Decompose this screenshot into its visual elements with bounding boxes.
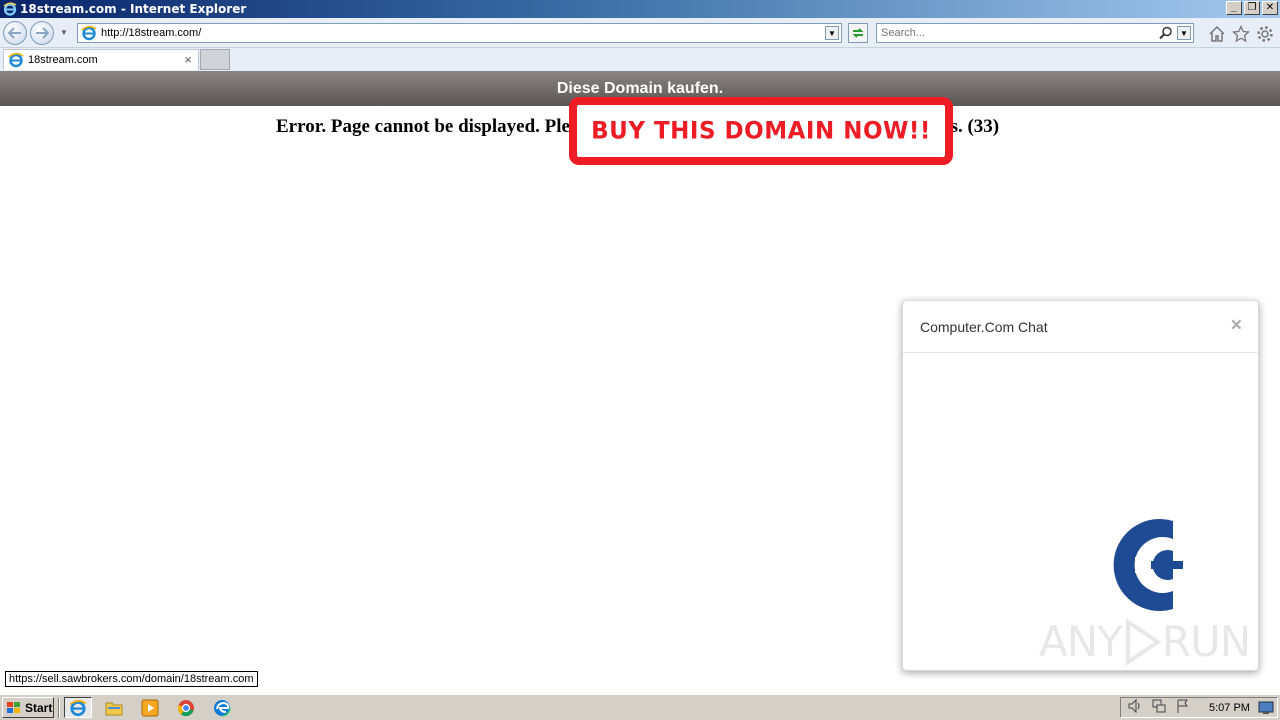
taskbar-clock[interactable]: 5:07 PM [1209, 702, 1250, 714]
windows-logo-icon [7, 701, 20, 713]
page-favicon-icon [81, 25, 97, 41]
computer-com-logo-icon [1095, 517, 1185, 616]
restore-button[interactable]: ❐ [1244, 1, 1260, 15]
volume-icon[interactable] [1127, 698, 1143, 717]
taskbar-chrome[interactable] [172, 697, 200, 718]
chrome-icon [177, 699, 194, 716]
network-icon[interactable] [1151, 698, 1167, 717]
search-box[interactable]: ▼ [876, 23, 1194, 43]
taskbar-separator [58, 698, 60, 718]
status-link-url: https://sell.sawbrokers.com/domain/18str… [5, 671, 258, 687]
search-dropdown-icon[interactable]: ▼ [1177, 26, 1191, 40]
settings-gear-icon[interactable] [1256, 25, 1274, 46]
window-title-bar[interactable]: 18stream.com - Internet Explorer _ ❐ ✕ [0, 0, 1280, 18]
error-message-start: Error. Page cannot be displayed. Ple [276, 116, 570, 137]
tab-close-icon[interactable]: × [184, 52, 192, 67]
navigation-bar: ▼ http://18stream.com/ ▼ ▼ [0, 18, 1280, 48]
refresh-icon [852, 28, 864, 38]
edge-icon [213, 698, 231, 717]
chat-widget[interactable]: Computer.Com Chat × ANY RUN [902, 300, 1259, 671]
tab-label: 18stream.com [28, 54, 98, 66]
window-title: 18stream.com - Internet Explorer [20, 2, 247, 16]
chat-title: Computer.Com Chat [920, 318, 1048, 335]
new-tab-button[interactable] [200, 49, 230, 70]
taskbar-media-player[interactable] [136, 697, 164, 718]
folder-icon [105, 702, 123, 715]
forward-arrow-icon [36, 27, 49, 39]
tab-18stream[interactable]: 18stream.com × [3, 49, 199, 70]
media-player-icon [141, 699, 159, 716]
taskbar-edge[interactable] [208, 697, 236, 718]
forward-button[interactable] [30, 21, 54, 45]
address-url[interactable]: http://18stream.com/ [101, 27, 201, 39]
history-dropdown-icon[interactable]: ▼ [60, 28, 68, 37]
play-icon [1125, 617, 1162, 666]
watermark-right-text: RUN [1161, 617, 1251, 666]
refresh-button[interactable] [848, 23, 868, 43]
buy-domain-overlay-banner[interactable]: BUY THIS DOMAIN NOW!! [569, 97, 953, 165]
search-input[interactable] [877, 24, 1147, 42]
buy-domain-banner-text: BUY THIS DOMAIN NOW!! [591, 117, 931, 145]
internet-explorer-icon [2, 1, 18, 17]
minimize-button[interactable]: _ [1226, 1, 1242, 15]
start-button[interactable]: Start [2, 697, 54, 718]
taskbar: Start 5:07 PM [0, 694, 1280, 720]
internet-explorer-icon [69, 699, 87, 716]
close-window-button[interactable]: ✕ [1262, 1, 1278, 15]
show-desktop-icon[interactable] [1258, 701, 1274, 718]
address-bar[interactable]: http://18stream.com/ ▼ [77, 23, 842, 43]
taskbar-file-explorer[interactable] [100, 697, 128, 718]
home-icon[interactable] [1208, 25, 1226, 46]
tab-bar: 18stream.com × [0, 48, 1280, 71]
any-run-watermark: ANY RUN [1039, 617, 1251, 666]
chat-header: Computer.Com Chat × [903, 301, 1258, 353]
start-label: Start [25, 700, 53, 715]
back-arrow-icon [8, 27, 21, 39]
system-tray: 5:07 PM [1120, 697, 1278, 718]
favorites-star-icon[interactable] [1231, 24, 1251, 46]
chat-close-icon[interactable]: × [1231, 315, 1242, 337]
watermark-left-text: ANY [1039, 617, 1123, 666]
back-button[interactable] [3, 21, 27, 45]
action-center-flag-icon[interactable] [1175, 698, 1191, 717]
taskbar-internet-explorer[interactable] [64, 697, 92, 718]
search-icon[interactable] [1159, 26, 1173, 43]
tab-favicon-icon [8, 52, 24, 68]
address-dropdown-icon[interactable]: ▼ [825, 26, 839, 40]
